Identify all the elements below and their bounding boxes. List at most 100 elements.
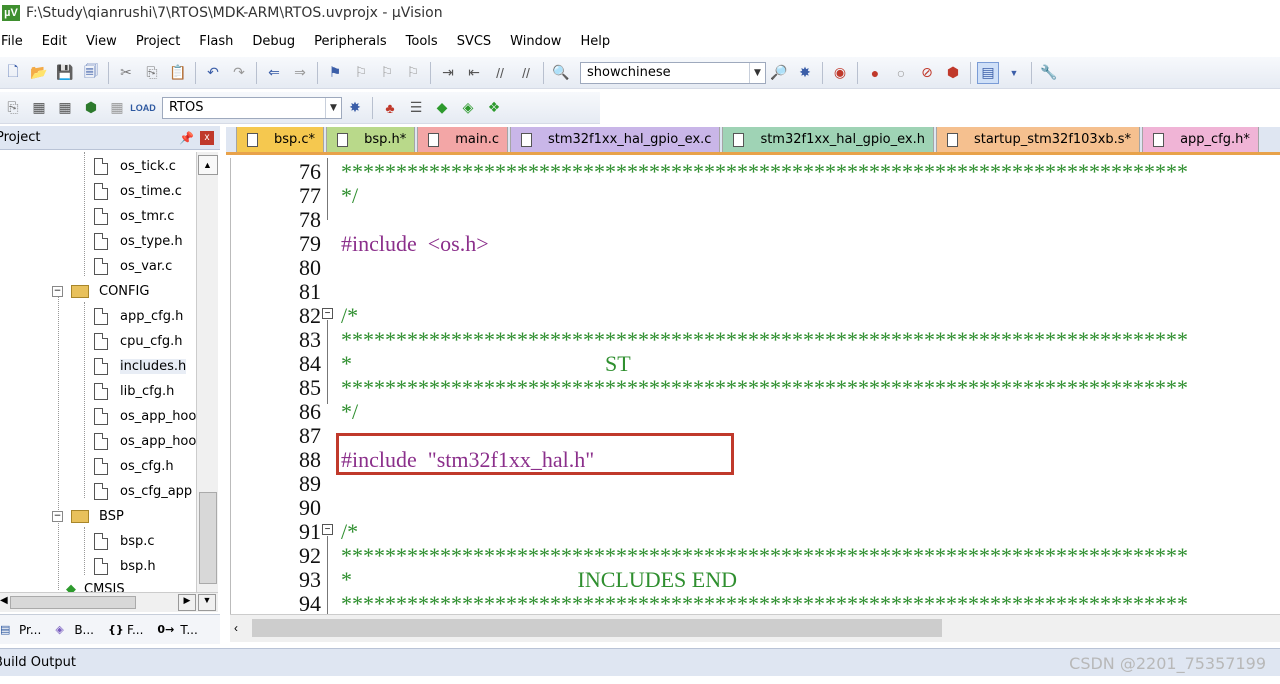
build-icon[interactable]: ▦	[28, 97, 50, 119]
configure-icon[interactable]: 🔧	[1038, 62, 1060, 84]
tree-item-file[interactable]: bsp.c	[94, 529, 155, 553]
save-icon[interactable]: 💾	[54, 62, 76, 84]
menu-file[interactable]: File	[1, 34, 23, 49]
tree-item-file[interactable]: lib_cfg.h	[94, 379, 174, 403]
scroll-thumb[interactable]	[199, 492, 217, 584]
tree-item-file[interactable]: cpu_cfg.h	[94, 329, 183, 353]
incremental-find-icon[interactable]: ✸	[794, 62, 816, 84]
scroll-left-icon[interactable]: ◀	[0, 595, 8, 606]
uncomment-icon[interactable]: //	[515, 62, 537, 84]
nav-forward-icon[interactable]: ⇒	[289, 62, 311, 84]
tree-item-file[interactable]: os_var.c	[94, 254, 172, 278]
target-combo[interactable]: RTOS ▼	[162, 96, 342, 119]
breakpoint-icon[interactable]: ●	[864, 62, 886, 84]
prev-bookmark-icon[interactable]: ⚐	[350, 62, 372, 84]
tab-functions[interactable]: {} F...	[108, 623, 143, 637]
chevron-down-icon[interactable]: ▼	[325, 97, 341, 118]
window-layout-icon[interactable]: ▤	[977, 61, 999, 84]
find-icon[interactable]: 🔎	[768, 62, 790, 84]
menu-peripherals[interactable]: Peripherals	[314, 34, 387, 49]
scroll-thumb[interactable]	[10, 596, 136, 609]
tree-item-file[interactable]: os_app_hoo	[94, 404, 196, 428]
cut-icon[interactable]: ✂	[115, 62, 137, 84]
unindent-icon[interactable]: ⇤	[463, 62, 485, 84]
stop-build-icon[interactable]: ▦	[106, 97, 128, 119]
tree-item-file[interactable]: os_tick.c	[94, 154, 176, 178]
disable-breakpoint-icon[interactable]: ○	[890, 62, 912, 84]
tree-folder-bsp[interactable]: − BSP	[52, 504, 124, 528]
disable-all-breakpoints-icon[interactable]: ⊘	[916, 62, 938, 84]
tree-item-file[interactable]: os_time.c	[94, 179, 182, 203]
target-options-icon[interactable]: ✸	[344, 97, 366, 119]
project-horizontal-scrollbar[interactable]: ◀ ▶ ▼	[0, 592, 218, 612]
editor-horizontal-scrollbar[interactable]: ‹	[230, 614, 1280, 642]
save-all-icon[interactable]: 🗐	[80, 62, 102, 84]
tab-app-cfg-h[interactable]: app_cfg.h*	[1142, 127, 1259, 152]
close-icon[interactable]: x	[200, 130, 214, 145]
menu-debug[interactable]: Debug	[252, 34, 295, 49]
tree-item-file[interactable]: os_cfg.h	[94, 454, 174, 478]
translate-icon[interactable]: ⎘	[2, 97, 24, 119]
nav-back-icon[interactable]: ⇐	[263, 62, 285, 84]
copy-icon[interactable]: ⎘	[141, 62, 163, 84]
collapse-icon[interactable]: −	[52, 285, 63, 297]
next-bookmark-icon[interactable]: ⚐	[376, 62, 398, 84]
download-icon[interactable]: LOAD	[130, 97, 156, 119]
comment-icon[interactable]: //	[489, 62, 511, 84]
menu-tools[interactable]: Tools	[406, 34, 438, 49]
pack-installer-icon[interactable]: ◈	[457, 97, 479, 119]
tab-gpio-ex-c[interactable]: stm32f1xx_hal_gpio_ex.c	[509, 127, 721, 152]
find-in-files-icon[interactable]: 🔍	[550, 62, 572, 84]
menu-edit[interactable]: Edit	[42, 34, 67, 49]
menu-flash[interactable]: Flash	[199, 34, 233, 49]
tree-item-file[interactable]: app_cfg.h	[94, 304, 183, 328]
tab-startup-s[interactable]: startup_stm32f103xb.s*	[935, 127, 1141, 152]
tree-item-file[interactable]: os_tmr.c	[94, 204, 174, 228]
clear-bookmarks-icon[interactable]: ⚐	[402, 62, 424, 84]
project-vertical-scrollbar[interactable]: ▲	[196, 152, 218, 592]
collapse-icon[interactable]: −	[52, 510, 63, 522]
menu-window[interactable]: Window	[510, 34, 561, 49]
tab-bsp-c[interactable]: bsp.c*	[236, 127, 325, 152]
kill-breakpoints-icon[interactable]: ⬢	[942, 62, 964, 84]
scroll-right-icon[interactable]: ▶	[178, 594, 196, 611]
tab-gpio-ex-h[interactable]: stm32f1xx_hal_gpio_ex.h	[722, 127, 934, 152]
code-editor[interactable]: 76 77 78 79 80 81 82 83 84 85 86 87 88 8…	[230, 158, 1280, 614]
tree-item-cmsis[interactable]: ◆ CMSIS	[66, 577, 125, 593]
rebuild-icon[interactable]: ▦	[54, 97, 76, 119]
scroll-left-icon[interactable]: ‹	[234, 621, 238, 635]
menu-project[interactable]: Project	[136, 34, 180, 49]
chevron-down-icon[interactable]: ▼	[749, 62, 765, 83]
tree-item-file[interactable]: os_cfg_app	[94, 479, 192, 503]
paste-icon[interactable]: 📋	[167, 62, 189, 84]
scroll-up-icon[interactable]: ▲	[197, 155, 218, 175]
tree-item-file[interactable]: os_type.h	[94, 229, 183, 253]
indent-icon[interactable]: ⇥	[437, 62, 459, 84]
undo-icon[interactable]: ↶	[202, 62, 224, 84]
fold-collapse-icon[interactable]: −	[322, 524, 333, 535]
open-folder-icon[interactable]: 📂	[28, 62, 50, 84]
batch-build-icon[interactable]: ⬢	[80, 97, 102, 119]
find-combo[interactable]: showchinese ▼	[580, 61, 766, 84]
menu-svcs[interactable]: SVCS	[457, 34, 491, 49]
tab-books[interactable]: ◈ B...	[55, 623, 94, 637]
file-extensions-icon[interactable]: ♣	[379, 97, 401, 119]
tab-project[interactable]: ▤ Pr...	[0, 623, 41, 637]
new-file-icon[interactable]: 🗋	[2, 62, 24, 84]
bookmark-icon[interactable]: ⚑	[324, 62, 346, 84]
tree-item-file-selected[interactable]: includes.h	[94, 354, 187, 378]
menu-help[interactable]: Help	[580, 34, 610, 49]
menu-view[interactable]: View	[86, 34, 117, 49]
tab-bsp-h[interactable]: bsp.h*	[326, 127, 416, 152]
scroll-thumb[interactable]	[252, 619, 942, 637]
pin-icon[interactable]: 📌	[179, 131, 194, 145]
redo-icon[interactable]: ↷	[228, 62, 250, 84]
scroll-down-icon[interactable]: ▼	[198, 594, 216, 611]
run-time-env-icon[interactable]: ❖	[483, 97, 505, 119]
tree-item-file[interactable]: os_app_hoo	[94, 429, 196, 453]
tree-item-file[interactable]: bsp.h	[94, 554, 156, 578]
tree-folder-config[interactable]: − CONFIG	[52, 279, 149, 303]
fold-collapse-icon[interactable]: −	[322, 308, 333, 319]
manage-components-icon[interactable]: ☰	[405, 97, 427, 119]
tab-templates[interactable]: 0→ T...	[157, 623, 197, 637]
